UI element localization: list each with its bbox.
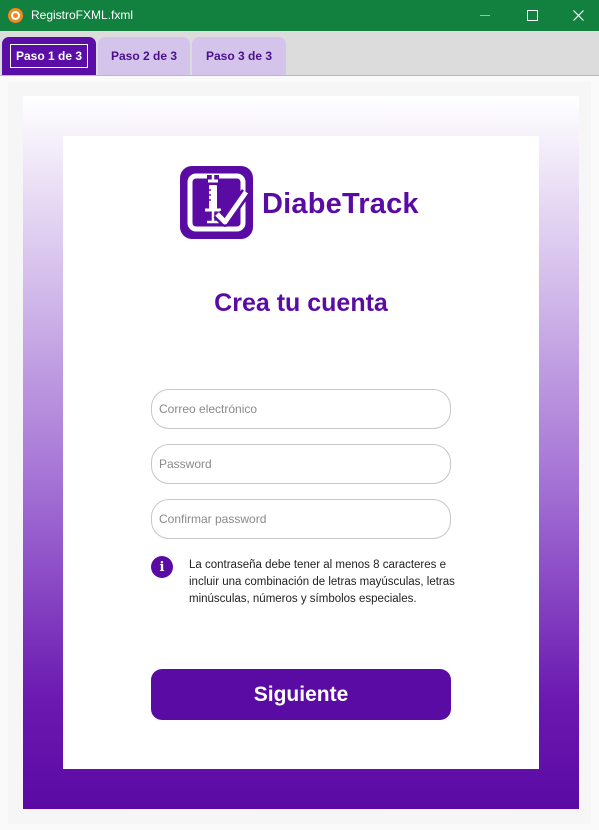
title-bar: RegistroFXML.fxml (0, 0, 599, 31)
close-button[interactable] (555, 0, 599, 31)
tab-label: Paso 1 de 3 (9, 44, 89, 68)
app-icon (8, 8, 23, 23)
close-icon (572, 10, 584, 21)
password-field[interactable] (151, 444, 451, 484)
syringe-check-icon (180, 166, 253, 239)
password-hint: La contraseña debe tener al menos 8 cara… (189, 559, 455, 605)
tab-label: Paso 3 de 3 (205, 49, 273, 63)
tab-paso-2[interactable]: Paso 2 de 3 (98, 37, 190, 75)
window-title: RegistroFXML.fxml (31, 8, 134, 22)
maximize-icon (526, 10, 538, 21)
next-button[interactable]: Siguiente (151, 669, 451, 720)
tab-bar: Paso 1 de 3 Paso 2 de 3 Paso 3 de 3 (0, 31, 599, 76)
tab-label: Paso 2 de 3 (110, 49, 178, 63)
page-title: Crea tu cuenta (214, 289, 388, 317)
minimize-icon (480, 15, 490, 16)
registration-card: DiabeTrack Crea tu cuenta i La contraseñ… (63, 136, 539, 769)
brand-name: DiabeTrack (262, 188, 419, 220)
tab-paso-1[interactable]: Paso 1 de 3 (2, 37, 96, 75)
email-field[interactable] (151, 389, 451, 429)
gradient-background: DiabeTrack Crea tu cuenta i La contraseñ… (23, 96, 579, 809)
maximize-button[interactable] (509, 0, 555, 31)
tab-paso-3[interactable]: Paso 3 de 3 (192, 37, 286, 75)
minimize-button[interactable] (462, 0, 508, 31)
tab-content: DiabeTrack Crea tu cuenta i La contraseñ… (0, 76, 599, 830)
confirm-password-field[interactable] (151, 499, 451, 539)
info-icon: i (151, 556, 173, 578)
